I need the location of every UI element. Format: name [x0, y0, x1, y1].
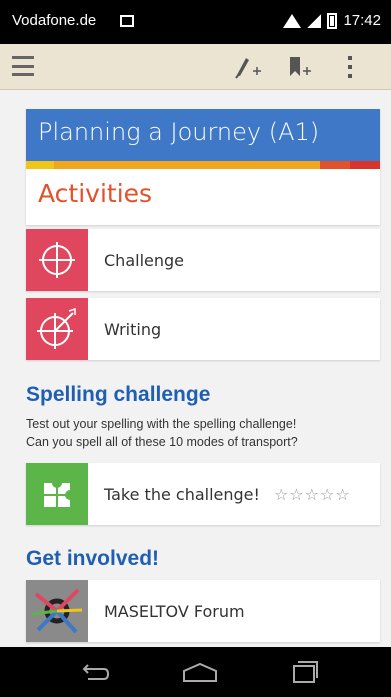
take-challenge-label: Take the challenge!: [104, 484, 260, 504]
spelling-desc-line-2: Can you spell all of these 10 modes of t…: [26, 435, 298, 449]
star-icon: ☆: [273, 484, 289, 504]
activity-challenge[interactable]: Challenge: [26, 229, 380, 291]
forum-label: MASELTOV Forum: [104, 601, 245, 621]
dart-target-icon: [26, 298, 88, 360]
lesson-header-card: Planning a Journey (A1) Activities: [26, 109, 380, 225]
star-icon: ☆: [304, 484, 319, 504]
activity-label: Writing: [104, 319, 162, 339]
clock: 17:42: [343, 12, 381, 29]
wifi-icon: [283, 14, 301, 28]
overflow-menu-icon[interactable]: [345, 56, 355, 78]
spelling-desc-line-1: Test out your spelling with the spelling…: [26, 417, 297, 431]
crosshair-icon: [26, 229, 88, 291]
star-icon: ☆: [335, 484, 350, 504]
spelling-description: Test out your spelling with the spelling…: [26, 415, 386, 451]
notification-icon: [120, 15, 134, 27]
navigation-bar: [0, 647, 391, 697]
battery-icon: [327, 12, 338, 29]
menu-icon[interactable]: [12, 56, 34, 76]
add-note-icon[interactable]: [233, 54, 263, 80]
forum-item[interactable]: MASELTOV Forum: [26, 580, 380, 642]
spelling-challenge-title: Spelling challenge: [26, 383, 211, 406]
forum-logo-icon: [26, 580, 88, 642]
activity-writing[interactable]: Writing: [26, 298, 380, 360]
back-icon[interactable]: [78, 661, 112, 683]
take-challenge-item[interactable]: Take the challenge! ☆ ☆ ☆ ☆ ☆: [26, 463, 380, 525]
signal-icon: [307, 13, 322, 28]
carrier-name: Vodafone.de: [12, 12, 97, 29]
rating-stars: ☆ ☆ ☆ ☆ ☆: [274, 485, 350, 504]
lesson-title: Planning a Journey (A1): [26, 109, 380, 161]
color-stripe: [26, 161, 380, 169]
recent-apps-icon[interactable]: [290, 660, 320, 684]
content-area[interactable]: Planning a Journey (A1) Activities Chall…: [0, 90, 391, 647]
status-bar: Vodafone.de 17:42: [0, 0, 391, 44]
star-icon: ☆: [319, 484, 335, 504]
home-icon[interactable]: [180, 661, 220, 683]
status-icons: 17:42: [283, 12, 381, 29]
action-bar: [0, 44, 391, 90]
activity-label: Challenge: [104, 250, 184, 270]
get-involved-title: Get involved!: [26, 547, 160, 570]
activities-heading: Activities: [38, 179, 153, 208]
star-icon: ☆: [289, 484, 304, 504]
puzzle-icon: [26, 463, 88, 525]
add-bookmark-icon[interactable]: [285, 54, 315, 80]
